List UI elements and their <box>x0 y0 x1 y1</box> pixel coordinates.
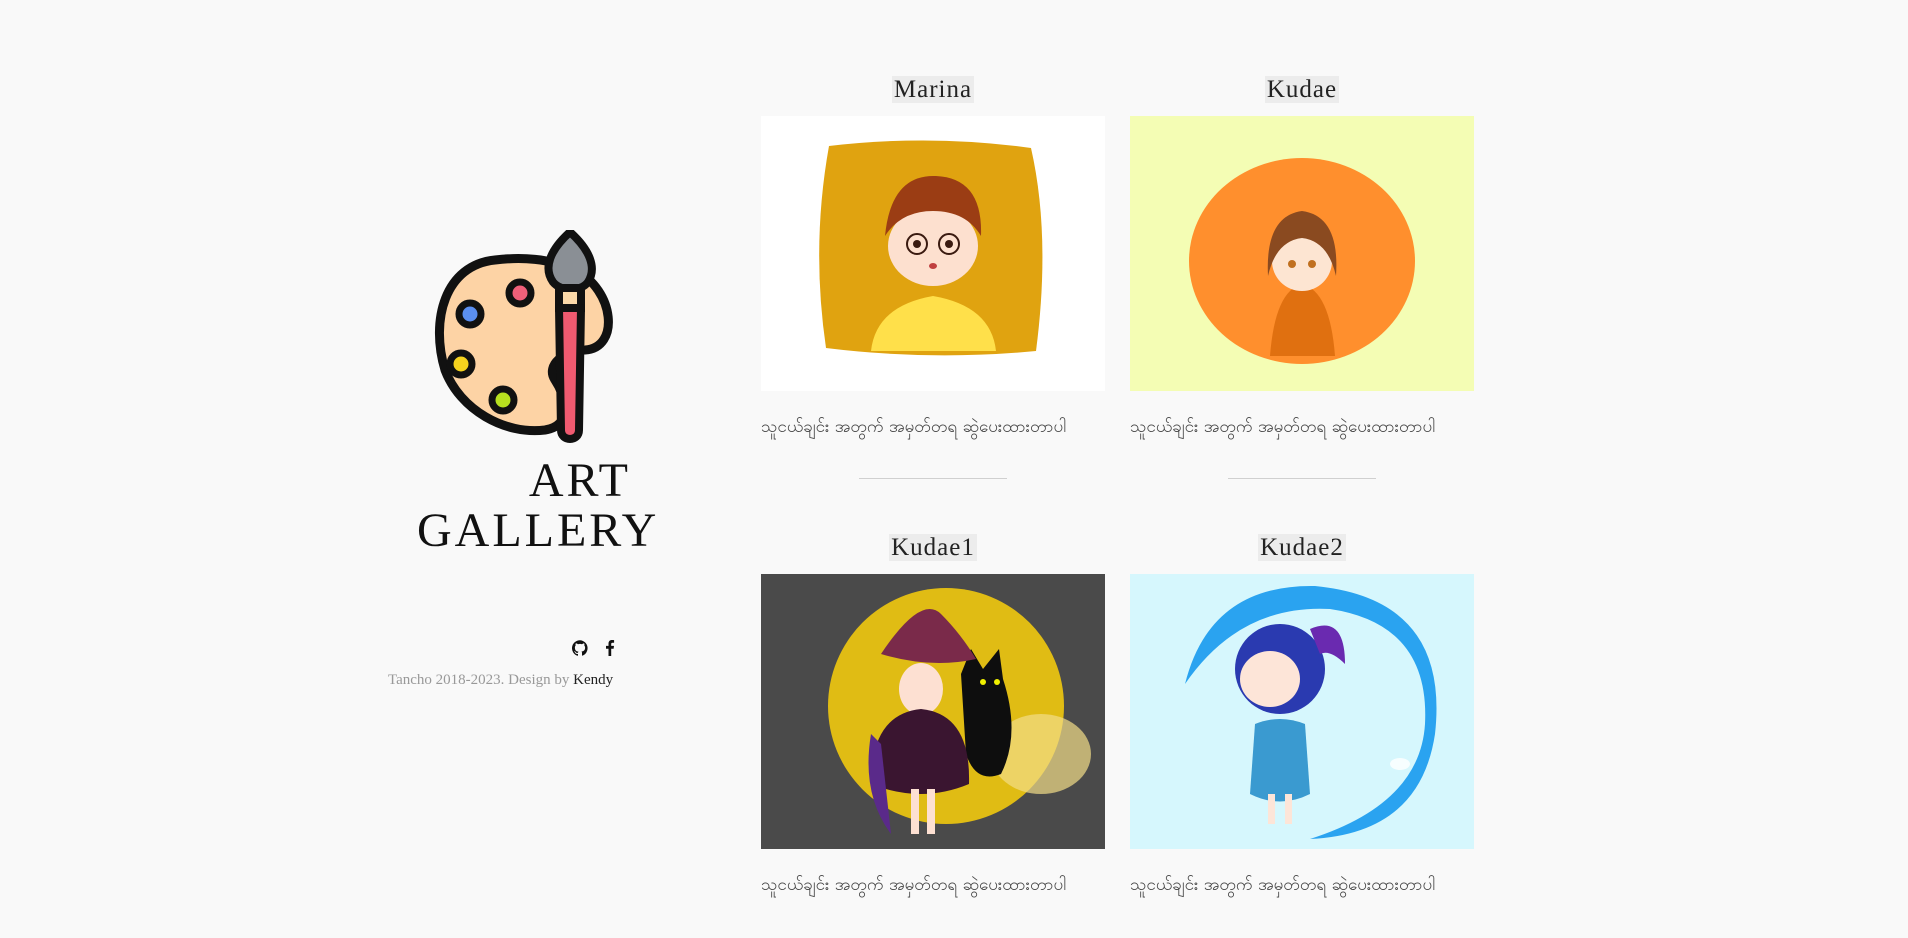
card-caption: သူငယ်ချင်း အတွက် အမှတ်တရ ဆွဲပေးထားတာပါ <box>1130 875 1436 895</box>
site-title: ART GALLERY <box>417 456 657 556</box>
divider <box>1228 478 1376 479</box>
gallery-card: Kudae2 သူငယ်ချင်း အတွက် အမှတ်တရ ဆွဲပေးထာ… <box>1130 534 1474 895</box>
gallery-card: Kudae1 သူငယ်ချင်း အတွက် အမှတ်တရ ဆွဲပေးထာ… <box>761 534 1105 895</box>
sidebar: ART GALLERY Tancho 2018-2023. Design by … <box>380 220 680 700</box>
gallery-card: Marina သူငယ်ချင်း အတွက် အမှတ်တရ ဆွဲပေးထာ… <box>761 76 1105 479</box>
artwork-image-kudae1[interactable] <box>761 574 1105 849</box>
gallery-card: Kudae သူငယ်ချင်း အတွက် အမှတ်တရ ဆွဲပေးထား… <box>1130 76 1474 479</box>
designer-link[interactable]: Kendy <box>573 672 613 688</box>
site-title-line1: ART <box>528 454 631 507</box>
social-links <box>571 640 618 656</box>
card-caption: သူငယ်ချင်း အတွက် အမှတ်တရ ဆွဲပေးထားတာပါ <box>761 875 1067 895</box>
card-title: Marina <box>761 76 1105 106</box>
card-title-text: Kudae <box>1264 76 1340 103</box>
card-title-text: Marina <box>891 76 975 103</box>
copyright-text: Tancho 2018-2023. Design by <box>388 672 574 688</box>
github-icon[interactable] <box>571 640 588 656</box>
card-title: Kudae2 <box>1130 534 1474 564</box>
card-caption: သူငယ်ချင်း အတွက် အမှတ်တရ ဆွဲပေးထားတာပါ <box>1130 417 1436 437</box>
copyright: Tancho 2018-2023. Design by Kendy <box>388 672 613 689</box>
card-title: Kudae <box>1130 76 1474 106</box>
card-title: Kudae1 <box>761 534 1105 564</box>
divider <box>859 478 1007 479</box>
card-title-text: Kudae1 <box>889 534 977 561</box>
card-caption: သူငယ်ချင်း အတွက် အမှတ်တရ ဆွဲပေးထားတာပါ <box>761 417 1067 437</box>
artwork-image-kudae[interactable] <box>1130 116 1474 391</box>
card-title-text: Kudae2 <box>1258 534 1346 561</box>
artwork-image-kudae2[interactable] <box>1130 574 1474 849</box>
artwork-image-marina[interactable] <box>761 116 1105 391</box>
facebook-icon[interactable] <box>602 640 618 656</box>
site-title-line2: GALLERY <box>417 504 660 557</box>
palette-logo-icon <box>425 228 625 450</box>
